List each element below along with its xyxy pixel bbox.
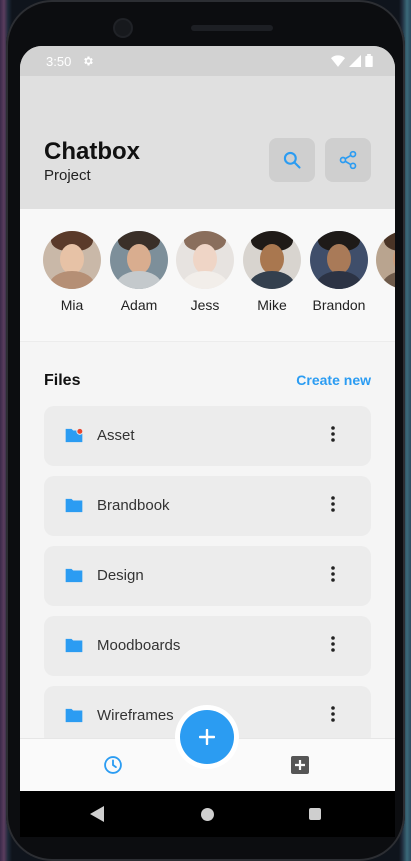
contacts-strip: Mia Adam Jess Mike Brandon	[20, 209, 395, 342]
avatar	[376, 231, 395, 289]
status-bar: 3:50	[20, 46, 395, 76]
share-icon	[339, 150, 357, 170]
add-box-icon[interactable]	[291, 756, 309, 779]
contact-name: Jess	[190, 297, 220, 313]
back-icon[interactable]	[90, 806, 104, 827]
front-camera	[115, 20, 131, 36]
file-name: Wireframes	[97, 707, 174, 724]
file-row-brandbook[interactable]: Brandbook	[44, 476, 371, 536]
file-name: Asset	[97, 427, 135, 444]
contact-name: Mike	[257, 297, 287, 313]
file-row-moodboards[interactable]: Moodboards	[44, 616, 371, 676]
status-time: 3:50	[46, 54, 72, 69]
file-row-design[interactable]: Design	[44, 546, 371, 606]
file-name: Design	[97, 567, 144, 584]
contact-partial[interactable]	[375, 231, 395, 289]
contact-brandon[interactable]: Brandon	[309, 231, 369, 313]
file-name: Brandbook	[97, 497, 170, 514]
create-new-link[interactable]: Create new	[296, 372, 371, 388]
file-name: Moodboards	[97, 637, 181, 654]
plus-icon	[199, 729, 215, 745]
avatar	[310, 231, 368, 289]
search-button[interactable]	[269, 138, 315, 182]
add-fab-button[interactable]	[180, 710, 234, 764]
folder-icon	[64, 497, 84, 519]
more-options-icon[interactable]	[331, 566, 335, 587]
contact-mia[interactable]: Mia	[42, 231, 102, 313]
avatar	[243, 231, 301, 289]
contact-name: Brandon	[312, 297, 366, 313]
search-icon	[283, 151, 301, 169]
avatar	[43, 231, 101, 289]
folder-icon	[64, 637, 84, 659]
folder-shared-icon	[64, 427, 84, 449]
more-options-icon[interactable]	[331, 706, 335, 727]
status-icons	[331, 54, 373, 67]
folder-icon	[64, 567, 84, 589]
avatar	[110, 231, 168, 289]
android-nav-bar	[20, 791, 395, 837]
more-options-icon[interactable]	[331, 496, 335, 517]
settings-gear-icon	[82, 54, 94, 72]
folder-icon	[64, 707, 84, 729]
recent-clock-icon[interactable]	[103, 755, 123, 780]
page-title: Chatbox	[44, 138, 140, 165]
contact-name: Adam	[120, 297, 158, 313]
signal-icon	[349, 54, 361, 67]
avatar	[176, 231, 234, 289]
file-row-asset[interactable]: Asset	[44, 406, 371, 466]
recent-apps-icon[interactable]	[309, 808, 321, 820]
home-icon[interactable]	[201, 808, 214, 821]
app-screen: 3:50 Chatbox Project Mia Adam Jess Mike …	[20, 46, 395, 791]
more-options-icon[interactable]	[331, 426, 335, 447]
contact-jess[interactable]: Jess	[175, 231, 235, 313]
contact-adam[interactable]: Adam	[109, 231, 169, 313]
page-subtitle: Project	[44, 167, 91, 184]
battery-icon	[365, 54, 373, 67]
files-heading: Files	[44, 372, 81, 389]
more-options-icon[interactable]	[331, 636, 335, 657]
contact-mike[interactable]: Mike	[242, 231, 302, 313]
earpiece	[191, 25, 273, 31]
contact-name: Mia	[60, 297, 84, 313]
wifi-icon	[331, 54, 345, 67]
share-button[interactable]	[325, 138, 371, 182]
